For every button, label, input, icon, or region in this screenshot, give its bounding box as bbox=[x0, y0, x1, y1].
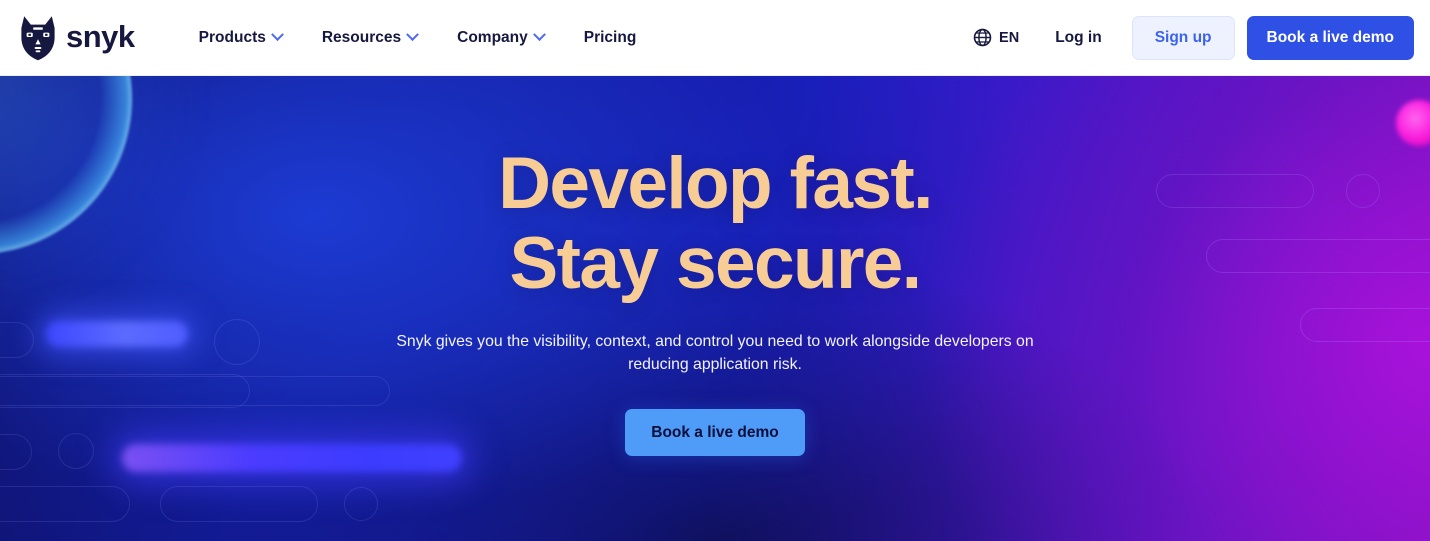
nav-item-products[interactable]: Products bbox=[179, 18, 302, 58]
book-demo-hero-button[interactable]: Book a live demo bbox=[625, 409, 805, 456]
nav-item-label: Pricing bbox=[583, 28, 637, 46]
hero-content: Develop fast. Stay secure. Snyk gives yo… bbox=[0, 76, 1430, 541]
language-code-label: EN bbox=[999, 29, 1020, 46]
language-selector[interactable]: EN bbox=[957, 18, 1035, 58]
globe-icon bbox=[973, 28, 992, 47]
hero-headline-line-2: Stay secure. bbox=[509, 223, 923, 304]
chevron-down-icon bbox=[406, 28, 419, 42]
book-demo-nav-button[interactable]: Book a live demo bbox=[1246, 15, 1414, 60]
hero-headline-line-1: Develop fast. bbox=[498, 143, 933, 224]
nav-item-label: Company bbox=[457, 28, 528, 46]
nav-item-resources[interactable]: Resources bbox=[302, 18, 437, 58]
top-navigation-bar: snyk Products Resources Company Pricing bbox=[0, 0, 1430, 76]
login-link[interactable]: Log in bbox=[1035, 18, 1122, 58]
nav-item-label: Resources bbox=[321, 28, 402, 46]
snyk-logo-link[interactable]: snyk bbox=[18, 15, 135, 61]
signup-button[interactable]: Sign up bbox=[1131, 15, 1235, 60]
chevron-down-icon bbox=[532, 28, 546, 42]
nav-item-company[interactable]: Company bbox=[437, 18, 564, 58]
nav-item-pricing[interactable]: Pricing bbox=[564, 18, 657, 58]
hero-headline: Develop fast. Stay secure. bbox=[498, 143, 933, 304]
hero-subheadline: Snyk gives you the visibility, context, … bbox=[396, 333, 1034, 373]
hero-section: Develop fast. Stay secure. Snyk gives yo… bbox=[0, 76, 1430, 541]
nav-actions: EN Log in Sign up Book a live demo bbox=[957, 15, 1414, 60]
snyk-doberman-logo-icon bbox=[18, 15, 58, 61]
chevron-down-icon bbox=[270, 28, 284, 42]
brand-wordmark: snyk bbox=[66, 19, 135, 54]
primary-nav: Products Resources Company Pricing bbox=[179, 18, 657, 58]
nav-item-label: Products bbox=[198, 28, 266, 46]
